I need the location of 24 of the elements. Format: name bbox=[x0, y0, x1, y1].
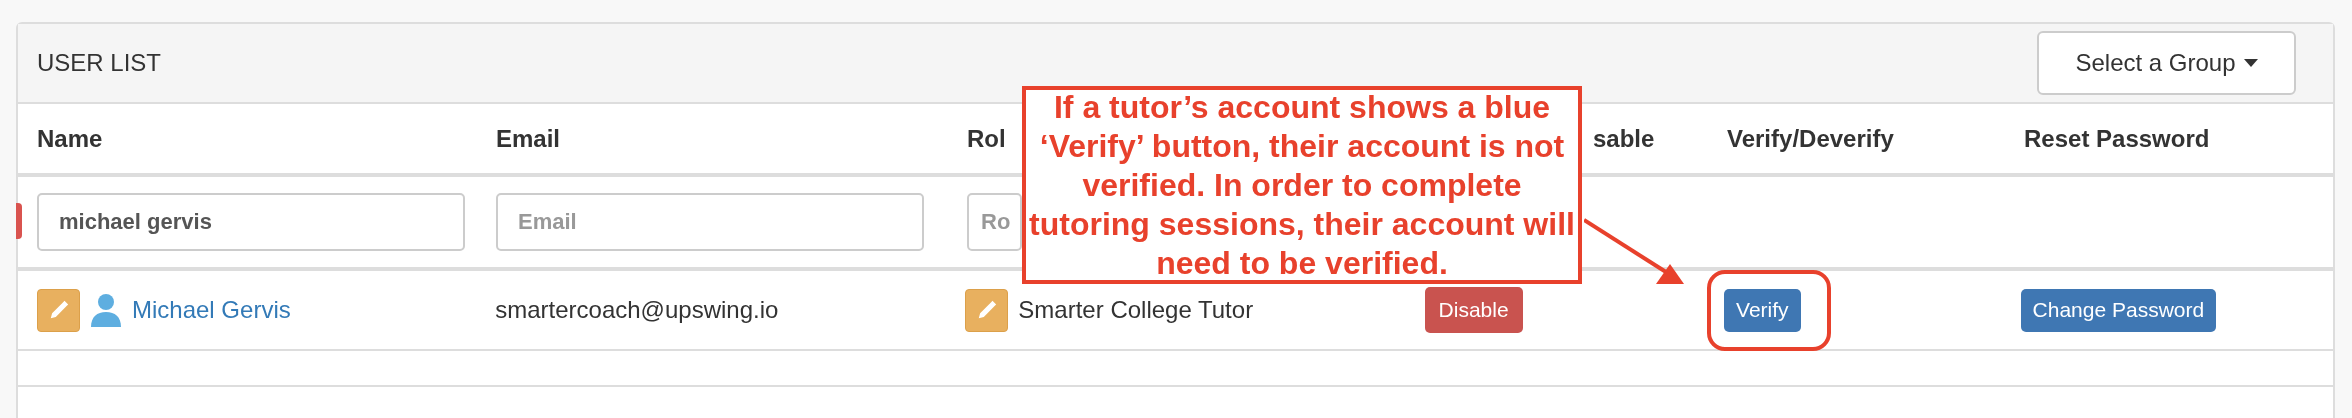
filter-field[interactable]: Email bbox=[496, 193, 924, 251]
edit-button[interactable] bbox=[965, 288, 1009, 332]
change-password-button[interactable]: Change Password bbox=[2020, 288, 2217, 332]
disable-button[interactable]: Disable bbox=[1424, 287, 1523, 333]
callout-text: If a tutor’s account shows a blue ‘Verify’ button, their account is not verified. In order to complete tutoring sessions, their account will need to be verified. bbox=[1028, 87, 1576, 283]
column-header: Rol bbox=[967, 124, 1006, 152]
edit-button[interactable] bbox=[37, 288, 80, 332]
filter-field[interactable]: michael gervis bbox=[37, 193, 465, 251]
user-icon bbox=[90, 293, 122, 327]
role-text: Smarter College Tutor bbox=[1018, 295, 1254, 325]
group-select[interactable]: Select a Group bbox=[2037, 31, 2296, 95]
user-name-link[interactable]: Michael Gervis bbox=[132, 292, 291, 328]
caret-icon bbox=[2243, 59, 2258, 67]
column-header: Reset Password bbox=[2024, 124, 2210, 152]
column-header: Name bbox=[37, 124, 103, 152]
column-header: Email bbox=[496, 124, 561, 152]
arrow-icon bbox=[1584, 218, 1684, 286]
error-marker bbox=[16, 203, 22, 239]
column-header: Verify/Deverify bbox=[1727, 124, 1894, 152]
verify-button[interactable]: Verify bbox=[1724, 288, 1801, 332]
column-header: sable bbox=[1593, 124, 1655, 152]
filter-field[interactable]: Ro bbox=[967, 193, 1022, 251]
email-text: smartercoach@upswing.io bbox=[495, 296, 779, 323]
panel-title: USER LIST bbox=[37, 48, 162, 78]
